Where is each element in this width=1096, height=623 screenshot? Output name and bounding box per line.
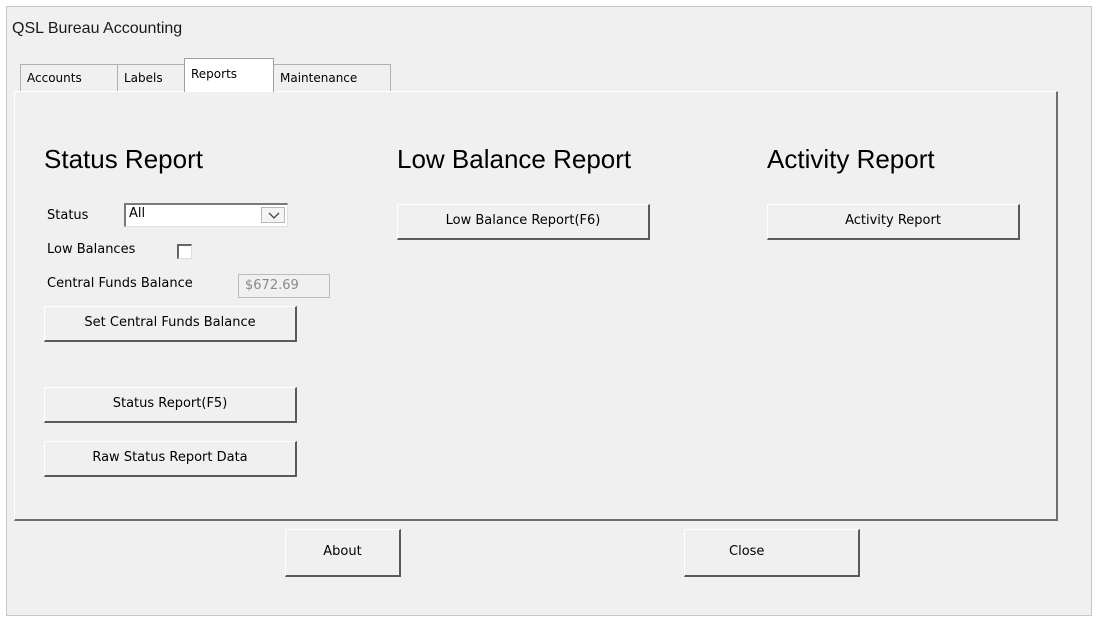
- tab-reports[interactable]: Reports: [184, 58, 274, 92]
- low-balance-report-heading: Low Balance Report: [397, 144, 632, 174]
- low-balance-report-button[interactable]: Low Balance Report(F6): [397, 204, 650, 240]
- activity-report-heading: Activity Report: [767, 144, 935, 174]
- footer-bar: [14, 525, 1058, 577]
- central-funds-label: Central Funds Balance: [47, 276, 193, 291]
- status-report-button[interactable]: Status Report(F5): [44, 387, 297, 423]
- status-dropdown[interactable]: All: [124, 203, 288, 227]
- set-central-funds-button[interactable]: Set Central Funds Balance: [44, 306, 297, 342]
- chevron-down-icon[interactable]: [261, 207, 285, 223]
- tab-maintenance[interactable]: Maintenance: [273, 64, 391, 92]
- tab-accounts[interactable]: Accounts: [20, 64, 118, 92]
- close-button[interactable]: Close: [684, 529, 860, 577]
- low-balances-checkbox[interactable]: [177, 244, 192, 259]
- about-button[interactable]: About: [285, 529, 401, 577]
- window-title: QSL Bureau Accounting: [12, 20, 183, 37]
- activity-report-button[interactable]: Activity Report: [767, 204, 1020, 240]
- status-dropdown-value: All: [129, 206, 146, 221]
- low-balances-label: Low Balances: [47, 242, 136, 257]
- raw-status-report-button[interactable]: Raw Status Report Data: [44, 441, 297, 477]
- status-label: Status: [47, 208, 89, 223]
- tab-labels[interactable]: Labels: [117, 64, 185, 92]
- status-report-heading: Status Report: [44, 144, 203, 174]
- central-funds-field: $672.69: [238, 274, 330, 298]
